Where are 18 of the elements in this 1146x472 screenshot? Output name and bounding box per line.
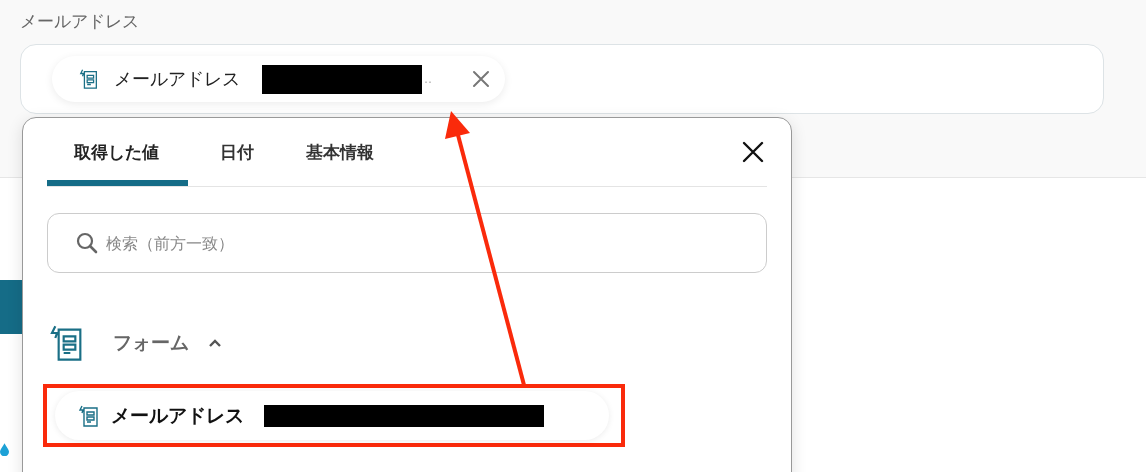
close-icon[interactable] — [741, 140, 765, 164]
chip-label: メールアドレス — [114, 67, 240, 91]
tab[interactable]: 基本情報 — [288, 118, 394, 186]
side-button[interactable] — [0, 280, 24, 334]
group-label[interactable]: フォーム — [113, 330, 189, 356]
input-field[interactable]: メールアドレス ‥ — [20, 44, 1104, 114]
form-icon — [77, 403, 101, 428]
drop-icon — [0, 443, 9, 456]
item-label: メールアドレス — [111, 402, 244, 428]
tab[interactable]: 取得した値 — [47, 118, 188, 186]
value-chip[interactable]: メールアドレス ‥ — [52, 56, 505, 102]
tab[interactable]: 日付 — [202, 118, 274, 186]
value-item[interactable]: メールアドレス — [55, 391, 609, 440]
form-icon — [78, 68, 100, 90]
search-field[interactable]: 検索（前方一致） — [47, 213, 767, 273]
search-icon — [75, 231, 99, 255]
ellipsis-text: ‥ — [424, 72, 432, 86]
field-label: メールアドレス — [20, 10, 140, 33]
